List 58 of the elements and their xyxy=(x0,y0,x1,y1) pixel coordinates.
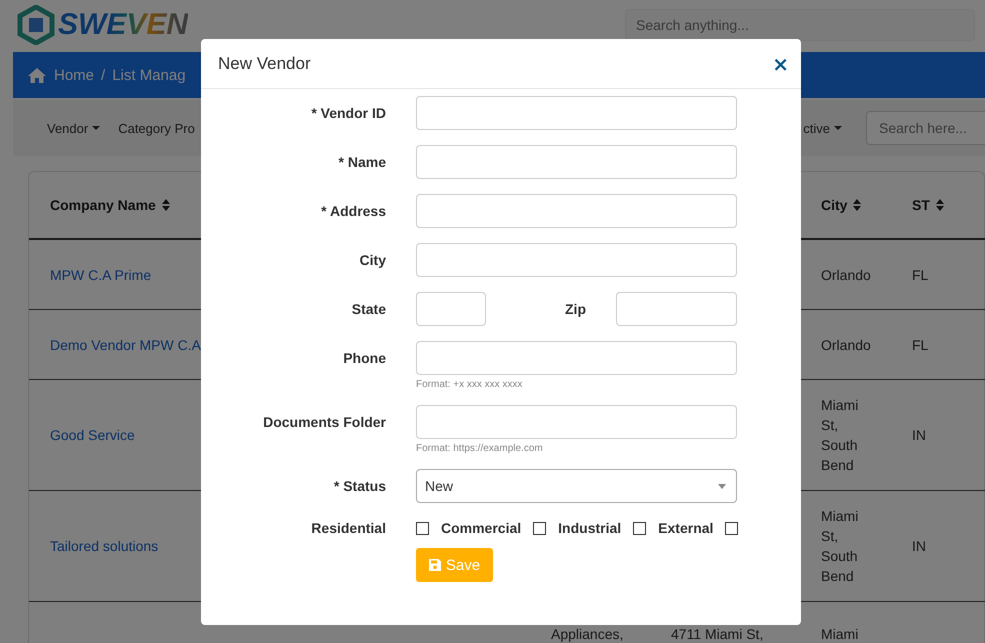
input-field[interactable] xyxy=(416,96,737,130)
field-label: State xyxy=(350,300,386,319)
table-cell-text: IN xyxy=(912,426,926,445)
checkbox-label: External xyxy=(658,520,714,536)
checkbox[interactable] xyxy=(416,522,429,534)
field-label: * Name xyxy=(338,153,386,172)
table-cell-text: Appliances, xyxy=(551,625,624,643)
field-label: * Address xyxy=(320,202,386,221)
table-cell-text: Miami xyxy=(821,625,858,643)
checkbox[interactable] xyxy=(633,522,646,534)
table-search-field[interactable]: Search here... xyxy=(866,111,985,145)
table-cell-text: Orlando xyxy=(821,266,872,284)
table-cell-text: Miami St, South Bend xyxy=(821,396,860,475)
field-label: Phone xyxy=(342,349,386,368)
column-header[interactable]: Company Name xyxy=(50,197,170,213)
table-cell-text: FL xyxy=(912,336,928,354)
company-link[interactable]: Demo Vendor MPW C.A xyxy=(50,334,201,354)
field-label: Zip xyxy=(564,300,586,319)
company-link[interactable]: MPW C.A Prime xyxy=(50,264,152,284)
table-cell-text: Orlando xyxy=(821,336,872,354)
field-label: City xyxy=(358,251,386,270)
checkbox[interactable] xyxy=(725,522,738,534)
table-cell-text: 4711 Miami St, xyxy=(671,625,764,643)
table-cell-text: Miami St, South Bend xyxy=(821,507,860,586)
column-header[interactable]: ST xyxy=(912,197,944,213)
checkbox[interactable] xyxy=(533,522,546,534)
table-cell-text: IN xyxy=(912,537,926,556)
input-field[interactable] xyxy=(416,292,486,326)
input-field[interactable] xyxy=(416,243,737,277)
logo-icon xyxy=(16,5,56,45)
table-cell-text: FL xyxy=(912,266,928,284)
input-field[interactable] xyxy=(616,292,737,326)
field-label: * Vendor ID xyxy=(310,104,386,123)
column-header[interactable]: City xyxy=(821,197,862,213)
checkbox-label: Commercial xyxy=(441,520,522,536)
status-select[interactable]: New xyxy=(416,469,737,503)
field-label: * Status xyxy=(332,477,386,496)
filter-dropdown[interactable]: Vendor xyxy=(41,116,106,140)
close-button[interactable]: × xyxy=(770,54,791,74)
field-hint: Format: https://example.com xyxy=(416,443,544,454)
breadcrumb-link[interactable]: Home xyxy=(54,66,94,84)
input-field[interactable] xyxy=(416,405,737,439)
checkbox-label: Industrial xyxy=(558,520,622,536)
home-icon[interactable] xyxy=(27,66,47,84)
field-label: Documents Folder xyxy=(262,413,386,432)
dialog-title: New Vendor xyxy=(218,54,311,74)
breadcrumb-separator: / xyxy=(101,66,106,84)
breadcrumb-link[interactable]: List Manag xyxy=(112,66,186,84)
search-field[interactable]: Search anything... xyxy=(625,9,975,41)
input-field[interactable] xyxy=(416,341,737,375)
checkbox-label: Residential xyxy=(310,519,386,538)
floppy-icon xyxy=(428,559,441,571)
company-link[interactable]: Good Service xyxy=(50,425,135,445)
filter-dropdown[interactable]: Category Pro xyxy=(112,116,201,140)
input-field[interactable] xyxy=(416,145,737,179)
field-hint: Format: +x xxx xxx xxxx xyxy=(416,379,524,390)
company-link[interactable]: Tailored solutions xyxy=(50,536,158,556)
input-field[interactable] xyxy=(416,194,737,228)
